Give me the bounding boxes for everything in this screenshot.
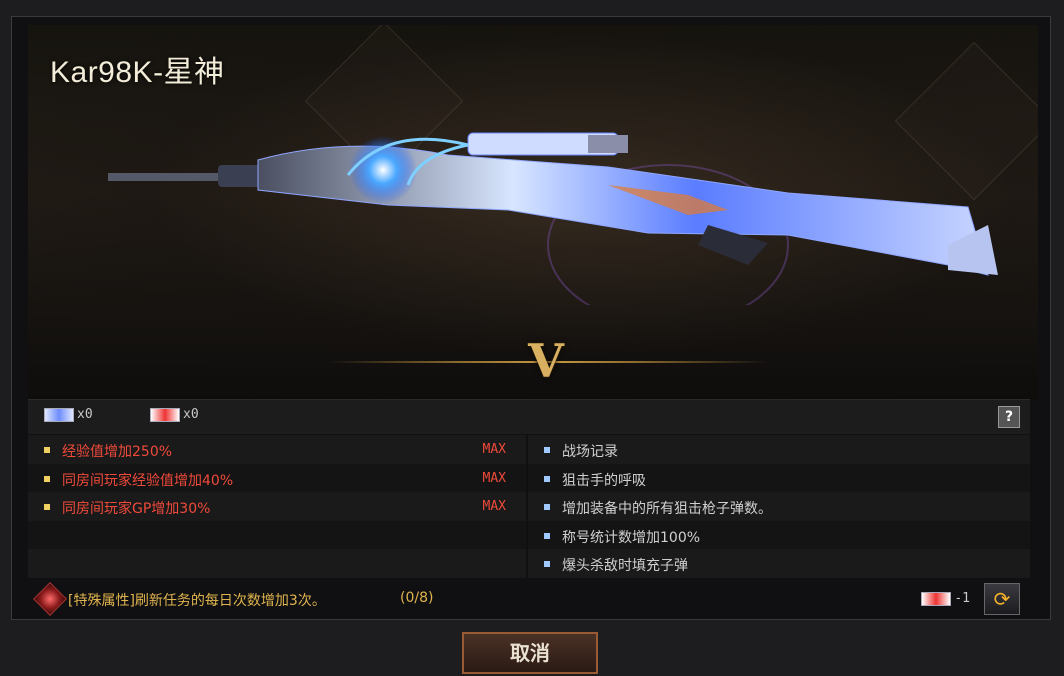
special-attribute-progress: (0/8) xyxy=(400,590,434,606)
special-attribute-icon xyxy=(33,582,67,616)
max-label: MAX xyxy=(482,499,506,515)
weapon-preview: Kar98K-星神 V xyxy=(28,25,1038,400)
special-attribute-text: [特殊属性]刷新任务的每日次数增加3次。 xyxy=(68,593,326,609)
red-ticket-icon xyxy=(150,407,180,422)
attribute-row: 狙击手的呼吸 xyxy=(528,463,1030,493)
attribute-label: 战场记录 xyxy=(562,444,618,460)
attribute-label: 同房间玩家GP增加30% xyxy=(62,501,211,518)
red-ticket-icon xyxy=(921,591,952,606)
attribute-row: 增加装备中的所有狙击枪子弹数。 xyxy=(528,492,1030,521)
bullet-icon xyxy=(544,532,550,539)
attribute-row: 称号统计数增加100% xyxy=(528,520,1030,550)
bullet-icon xyxy=(44,447,50,453)
empty-row xyxy=(28,520,526,550)
refresh-cost-value: -1 xyxy=(954,591,970,606)
base-attributes: 战场记录 狙击手的呼吸 增加装备中的所有狙击枪子弹数。 称号统计数增加100% … xyxy=(528,435,1030,578)
attribute-table: 经验值增加250% MAX 同房间玩家经验值增加40% MAX 同房间玩家GP增… xyxy=(28,435,1030,579)
bullet-icon xyxy=(544,447,550,453)
attribute-label: 爆头杀敌时填充子弹 xyxy=(562,558,688,575)
attribute-row: 战场记录 xyxy=(528,435,1030,464)
help-button[interactable]: ? xyxy=(998,406,1020,428)
red-ticket-value: x0 xyxy=(183,407,199,422)
max-label: MAX xyxy=(482,470,506,486)
upgrade-attributes: 经验值增加250% MAX 同房间玩家经验值增加40% MAX 同房间玩家GP增… xyxy=(28,435,526,578)
empty-row xyxy=(28,549,526,578)
special-attribute-bar: [特殊属性]刷新任务的每日次数增加3次。 (0/8) -1 ⟳ xyxy=(28,581,1030,617)
attribute-label: 同房间玩家经验值增加40% xyxy=(62,472,234,489)
refresh-button[interactable]: ⟳ xyxy=(984,583,1020,615)
item-counts-bar: x0 x0 ? xyxy=(28,399,1030,434)
red-ticket-count: x0 xyxy=(150,407,199,422)
rank-badge: V xyxy=(528,334,564,388)
bullet-icon xyxy=(544,561,550,568)
bullet-icon xyxy=(44,504,50,511)
attribute-label: 狙击手的呼吸 xyxy=(562,472,646,489)
attribute-row: 同房间玩家GP增加30% MAX xyxy=(28,492,526,521)
weapon-title: Kar98K-星神 xyxy=(50,56,225,89)
attribute-label: 增加装备中的所有狙击枪子弹数。 xyxy=(562,501,772,518)
attribute-row: 爆头杀敌时填充子弹 xyxy=(528,549,1030,578)
bullet-icon xyxy=(44,475,50,482)
attribute-row: 同房间玩家经验值增加40% MAX xyxy=(28,463,526,493)
blue-ticket-count: x0 xyxy=(44,407,93,422)
weapon-detail-panel: Kar98K-星神 V x0 x0 ? 经验值增加250% MAX 同房间玩家经… xyxy=(11,16,1051,620)
attribute-row: 经验值增加250% MAX xyxy=(28,435,526,464)
attribute-label: 称号统计数增加100% xyxy=(562,529,701,546)
cancel-button[interactable]: 取消 xyxy=(462,632,598,674)
max-label: MAX xyxy=(482,442,506,457)
bullet-icon xyxy=(544,475,550,482)
attribute-label: 经验值增加250% xyxy=(62,444,173,460)
refresh-cost: -1 xyxy=(921,591,970,606)
blue-ticket-value: x0 xyxy=(77,407,93,422)
bullet-icon xyxy=(544,504,550,511)
blue-ticket-icon xyxy=(44,407,74,422)
